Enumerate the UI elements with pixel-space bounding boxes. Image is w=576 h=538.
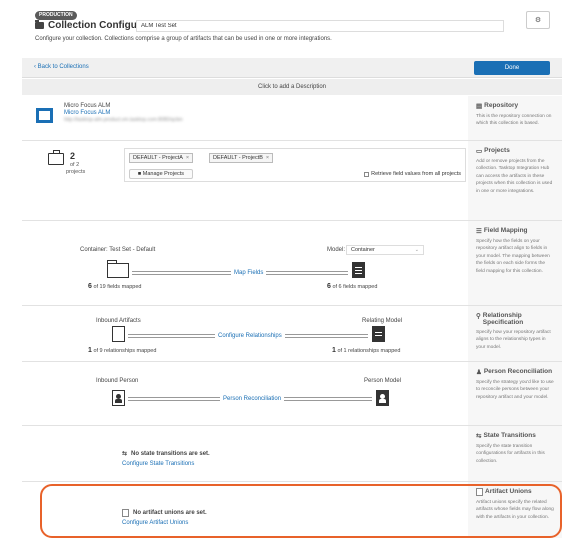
relating-model-label: Relating Model [362,318,403,324]
project-chip: DEFAULT - ProjectA × [129,153,194,163]
manage-projects-button[interactable]: ■ Manage Projects [129,169,193,179]
artifact-unions-empty-text: No artifact unions are set. [133,510,207,516]
artifact-unions-empty: No artifact unions are set. [122,509,207,517]
right-field-count: 6 of 6 fields mapped [327,283,378,290]
left-field-count: 6 of 19 fields mapped [88,283,142,290]
person-icon [112,390,125,406]
model-select-value: Container [351,247,375,253]
retrieve-label: Retrieve field values from all projects [371,171,461,177]
done-button[interactable]: Done [474,61,550,75]
artifact-union-icon [476,488,483,496]
person-reconciliation-link[interactable]: Person Reconciliation [220,396,285,402]
field-mapping-help-text: Specify how the fields on your repositor… [476,239,550,274]
artifact-unions-section: No artifact unions are set. Configure Ar… [22,482,562,538]
micro-focus-logo-icon [36,108,53,123]
artifact-unions-help-title: Artifact Unions [485,488,532,495]
state-transitions-empty-text: No state transitions are set. [131,450,210,457]
person-section: Inbound Person Person Model Person Recon… [22,362,562,426]
project-chip-label: DEFAULT - ProjectA [133,155,183,161]
repository-name: Micro Focus ALM [64,103,111,109]
relationship-document-icon [112,326,125,342]
back-to-collections-link[interactable]: ‹ Back to Collections [34,64,89,70]
page-subtitle: Configure your collection. Collections c… [35,36,332,42]
project-of-total: of 2 [70,162,80,168]
retrieve-checkbox[interactable] [364,171,370,177]
state-transitions-help: ⇆ State Transitions Specify the state tra… [468,426,562,481]
repository-help-title: Repository [484,102,519,109]
field-mapping-help-title: Field Mapping [483,227,528,234]
projects-section: 2 of 2 projects DEFAULT - ProjectA × DEFA… [22,141,562,221]
projects-help: ▭ Projects Add or remove projects from th… [468,141,562,220]
remove-chip-icon[interactable]: × [186,155,189,161]
inbound-artifacts-label: Inbound Artifacts [96,318,141,324]
action-bar: ‹ Back to Collections Done [22,58,562,78]
field-mapping-help: ☰ Field Mapping Specify how the fields on… [468,221,562,305]
project-chip: DEFAULT - ProjectB × [209,153,274,163]
remove-chip-icon[interactable]: × [266,155,269,161]
model-label: Model: [327,247,346,253]
artifact-union-icon [122,509,129,517]
repository-link[interactable]: Micro Focus ALM [64,110,110,116]
repository-help: ▤ Repository This is the repository conne… [468,96,562,140]
state-transitions-help-title: State Transitions [483,432,536,439]
environment-badge: PRODUCTION [35,11,77,20]
state-transitions-section: ⇆ No state transitions are set. Configure… [22,426,562,482]
inbound-person-label: Inbound Person [96,378,139,384]
relationships-help-title: Relationship Specification [482,312,524,326]
projects-help-text: Add or remove projects from the collecti… [476,159,553,194]
state-transitions-empty: ⇆ No state transitions are set. [122,450,210,458]
person-help: ♟ Person Reconciliation Specify the strat… [468,362,562,425]
retrieve-all-projects-option[interactable]: Retrieve field values from all projects [364,171,461,177]
chevron-down-icon: ⌄ [414,247,419,253]
gear-icon: ⚙ [534,17,542,24]
person-help-text: Specify the strategy you'd like to use t… [476,380,554,400]
projects-box: DEFAULT - ProjectA × DEFAULT - ProjectB × … [124,148,466,182]
state-transitions-icon: ⇆ [122,451,128,457]
collection-name-input[interactable] [136,20,504,32]
folder-icon [107,260,129,278]
projects-label: projects [66,169,86,175]
person-icon: ♟ [476,369,482,376]
collection-icon [35,20,44,29]
relationship-model-icon [372,326,385,342]
briefcase-icon: ▭ [476,148,483,155]
map-fields-link[interactable]: Map Fields [231,270,267,276]
relationships-help-text: Specify how your repository artifact ali… [476,330,551,350]
state-transitions-icon: ⇆ [476,433,482,440]
right-relationship-count: 1 of 1 relationships mapped [332,347,401,354]
person-model-icon [376,390,389,406]
manage-projects-label: Manage Projects [142,171,185,177]
configure-artifact-unions-link[interactable]: Configure Artifact Unions [122,520,188,526]
relationships-help: ⚲ Relationship Specification Specify how … [468,306,562,361]
repository-help-text: This is the repository connection on whi… [476,114,552,127]
description-field[interactable]: Click to add a Description [22,79,562,95]
project-chip-label: DEFAULT - ProjectB [213,155,263,161]
briefcase-icon [48,150,64,165]
state-transitions-help-text: Specify the state transition configurati… [476,444,545,464]
repository-url: http://tasktop-alm.product.vm.tasktop.co… [64,117,183,123]
model-select[interactable]: Container ⌄ [346,245,424,255]
repository-section: Micro Focus ALM Micro Focus ALM http://t… [22,96,562,141]
artifact-unions-help-text: Artifact unions specify the related arti… [476,500,554,520]
database-icon: ▤ [476,103,483,110]
link-icon: ⚲ [476,313,481,320]
projects-help-title: Projects [484,147,510,154]
list-icon: ☰ [476,228,482,235]
relationships-section: Inbound Artifacts Relating Model Configu… [22,306,562,362]
person-help-title: Person Reconciliation [483,368,553,375]
project-count: 2 [70,151,76,161]
settings-button[interactable]: ⚙ [526,11,550,29]
container-label: Container: Test Set - Default [80,247,156,253]
left-relationship-count: 1 of 9 relationships mapped [88,347,157,354]
configure-state-transitions-link[interactable]: Configure State Transitions [122,461,194,467]
configure-relationships-link[interactable]: Configure Relationships [215,333,285,339]
back-label: Back to Collections [37,64,89,70]
artifact-unions-help: Artifact Unions Artifact unions specify … [468,482,562,538]
field-mapping-section: Container: Test Set - Default Model: Con… [22,221,562,306]
person-model-label: Person Model [364,378,402,384]
document-icon [352,262,365,278]
page-header: PRODUCTION Collection Configuration Conf… [0,0,576,53]
